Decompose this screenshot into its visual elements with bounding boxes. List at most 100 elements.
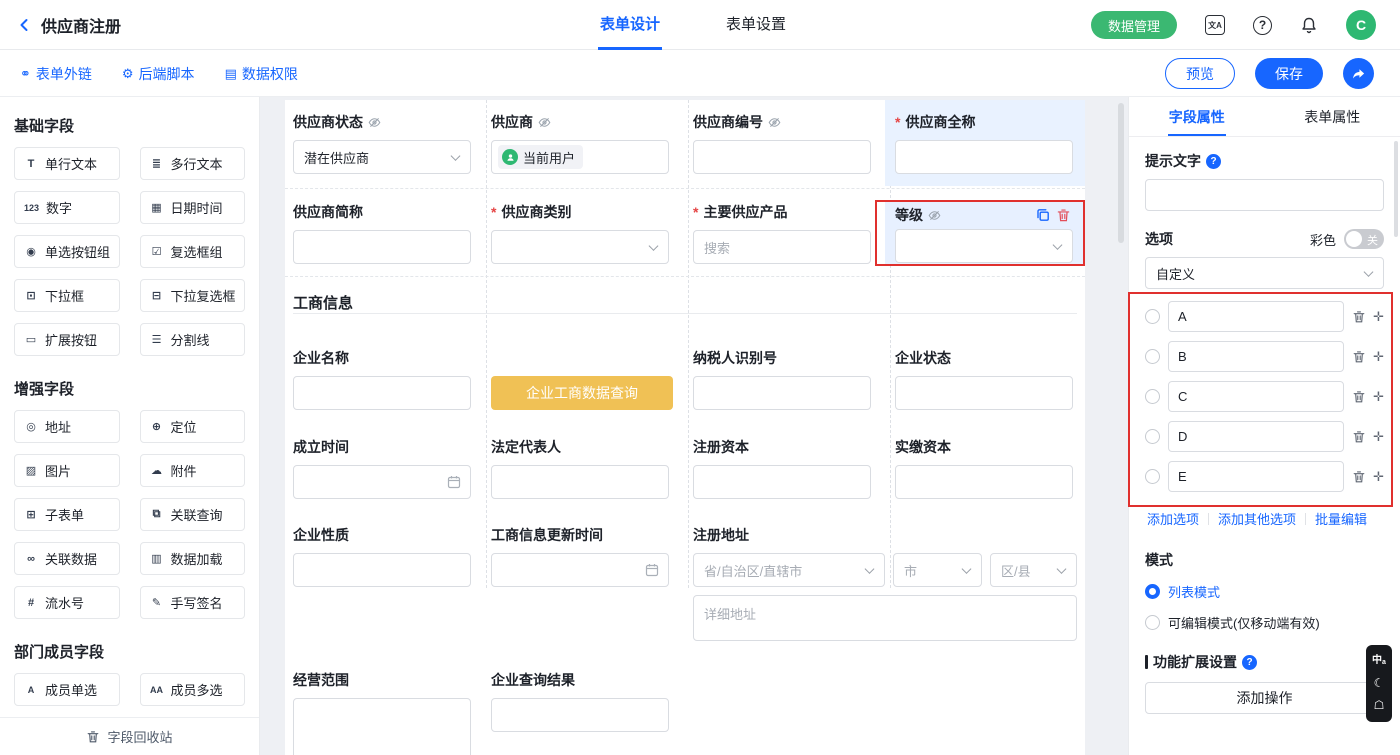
business-update-time-input[interactable] bbox=[491, 553, 669, 587]
field-registered-capital[interactable]: 注册资本 bbox=[693, 437, 871, 499]
sidebar-field-item[interactable]: ≣多行文本 bbox=[140, 147, 246, 180]
sidebar-field-item[interactable]: T单行文本 bbox=[14, 147, 120, 180]
tab-field-properties[interactable]: 字段属性 bbox=[1129, 97, 1265, 136]
supplier-short-name-input[interactable] bbox=[293, 230, 471, 264]
tax-id-input[interactable] bbox=[693, 376, 871, 410]
paid-capital-input[interactable] bbox=[895, 465, 1073, 499]
option-delete-icon[interactable] bbox=[1352, 350, 1366, 364]
add-option-link[interactable]: 添加选项 bbox=[1145, 509, 1208, 528]
company-nature-input[interactable] bbox=[293, 553, 471, 587]
field-legal-person[interactable]: 法定代表人 bbox=[491, 437, 669, 499]
mode-editable-option[interactable]: 可编辑模式(仅移动端有效) bbox=[1145, 613, 1384, 632]
sidebar-field-item[interactable]: ∞关联数据 bbox=[14, 542, 120, 575]
legal-person-input[interactable] bbox=[491, 465, 669, 499]
batch-edit-link[interactable]: 批量编辑 bbox=[1306, 509, 1376, 528]
established-date-input[interactable] bbox=[293, 465, 471, 499]
company-status-input[interactable] bbox=[895, 376, 1073, 410]
company-data-lookup-button[interactable]: 企业工商数据查询 bbox=[491, 376, 673, 410]
company-name-input[interactable] bbox=[293, 376, 471, 410]
canvas-scrollbar[interactable] bbox=[1118, 103, 1124, 243]
supplier-full-name-input[interactable] bbox=[895, 140, 1073, 174]
option-move-icon[interactable]: ✛ bbox=[1373, 350, 1384, 363]
sidebar-field-item[interactable]: ◎地址 bbox=[14, 410, 120, 443]
bell-icon[interactable] bbox=[1300, 16, 1318, 34]
option-radio[interactable] bbox=[1145, 349, 1160, 364]
sidebar-field-item[interactable]: AA成员多选 bbox=[140, 673, 246, 706]
grade-select[interactable] bbox=[895, 229, 1073, 263]
sidebar-field-item[interactable]: ⊞子表单 bbox=[14, 498, 120, 531]
sidebar-field-item[interactable]: ▦日期时间 bbox=[140, 191, 246, 224]
field-business-update-time[interactable]: 工商信息更新时间 bbox=[491, 525, 669, 587]
district-select[interactable]: 区/县 bbox=[990, 553, 1077, 587]
avatar[interactable]: C bbox=[1346, 10, 1376, 40]
address-detail-input[interactable]: 详细地址 bbox=[693, 595, 1077, 641]
sidebar-field-item[interactable]: ▭扩展按钮 bbox=[14, 323, 120, 356]
field-business-scope[interactable]: 经营范围 bbox=[293, 670, 471, 755]
save-button[interactable]: 保存 bbox=[1255, 58, 1323, 89]
field-established-date[interactable]: 成立时间 bbox=[293, 437, 471, 499]
field-supplier-category[interactable]: *供应商类别 bbox=[491, 202, 669, 264]
option-text-input[interactable] bbox=[1168, 461, 1344, 492]
copy-field-button[interactable] bbox=[1033, 205, 1053, 225]
field-company-nature[interactable]: 企业性质 bbox=[293, 525, 471, 587]
field-supplier-short-name[interactable]: 供应商简称 bbox=[293, 202, 471, 264]
sidebar-field-item[interactable]: 123数字 bbox=[14, 191, 120, 224]
option-radio[interactable] bbox=[1145, 469, 1160, 484]
language-toggle-icon[interactable]: 中a bbox=[1372, 656, 1386, 666]
field-company-status[interactable]: 企业状态 bbox=[895, 348, 1073, 410]
field-main-products[interactable]: *主要供应产品 搜索 bbox=[693, 202, 871, 264]
sidebar-field-item[interactable]: ⊕定位 bbox=[140, 410, 246, 443]
province-select[interactable]: 省/自治区/直辖市 bbox=[693, 553, 885, 587]
sidebar-field-item[interactable]: ⧉关联查询 bbox=[140, 498, 246, 531]
sidebar-field-item[interactable]: A成员单选 bbox=[14, 673, 120, 706]
panel-scrollbar[interactable] bbox=[1394, 141, 1398, 237]
option-text-input[interactable] bbox=[1168, 341, 1344, 372]
option-text-input[interactable] bbox=[1168, 381, 1344, 412]
hint-text-input[interactable] bbox=[1145, 179, 1384, 211]
main-products-input[interactable]: 搜索 bbox=[693, 230, 871, 264]
city-select[interactable]: 市 bbox=[893, 553, 982, 587]
mode-list-option[interactable]: 列表模式 bbox=[1145, 582, 1384, 601]
field-supplier-status[interactable]: 供应商状态 潜在供应商 bbox=[293, 112, 471, 174]
sidebar-field-item[interactable]: ☰分割线 bbox=[140, 323, 246, 356]
data-manage-button[interactable]: 数据管理 bbox=[1091, 11, 1177, 39]
option-delete-icon[interactable] bbox=[1352, 470, 1366, 484]
option-delete-icon[interactable] bbox=[1352, 430, 1366, 444]
option-delete-icon[interactable] bbox=[1352, 310, 1366, 324]
field-grade-selected[interactable]: 等级 bbox=[885, 201, 1085, 264]
field-supplier[interactable]: 供应商 当前用户 bbox=[491, 112, 669, 174]
sidebar-field-item[interactable]: ⊟下拉复选框 bbox=[140, 279, 246, 312]
sidebar-field-item[interactable]: #流水号 bbox=[14, 586, 120, 619]
option-move-icon[interactable]: ✛ bbox=[1373, 390, 1384, 403]
sidebar-field-item[interactable]: ⊡下拉框 bbox=[14, 279, 120, 312]
option-move-icon[interactable]: ✛ bbox=[1373, 430, 1384, 443]
option-text-input[interactable] bbox=[1168, 301, 1344, 332]
sidebar-field-item[interactable]: ✎手写签名 bbox=[140, 586, 246, 619]
back-button[interactable] bbox=[16, 17, 32, 33]
add-other-option-link[interactable]: 添加其他选项 bbox=[1209, 509, 1305, 528]
help-icon[interactable]: ? bbox=[1253, 16, 1272, 35]
option-radio[interactable] bbox=[1145, 429, 1160, 444]
backend-script-link[interactable]: ⚙后端脚本 bbox=[122, 64, 195, 84]
field-query-result[interactable]: 企业查询结果 bbox=[491, 670, 669, 732]
theme-icon[interactable]: ☖ bbox=[1374, 699, 1385, 711]
data-permission-link[interactable]: ▤数据权限 bbox=[225, 64, 298, 84]
dark-mode-icon[interactable]: ☾ bbox=[1374, 677, 1385, 689]
form-external-link[interactable]: ⚭表单外链 bbox=[20, 64, 92, 84]
business-scope-textarea[interactable] bbox=[293, 698, 471, 755]
field-supplier-code[interactable]: 供应商编号 bbox=[693, 112, 871, 174]
share-button[interactable] bbox=[1343, 58, 1374, 89]
field-tax-id[interactable]: 纳税人识别号 bbox=[693, 348, 871, 410]
option-text-input[interactable] bbox=[1168, 421, 1344, 452]
option-delete-icon[interactable] bbox=[1352, 390, 1366, 404]
field-registered-address[interactable]: 注册地址 省/自治区/直辖市 市 区/县 详细地址 bbox=[693, 525, 1077, 645]
field-paid-capital[interactable]: 实缴资本 bbox=[895, 437, 1073, 499]
tab-form-settings[interactable]: 表单设置 bbox=[724, 0, 788, 50]
field-company-name[interactable]: 企业名称 bbox=[293, 348, 471, 410]
registered-capital-input[interactable] bbox=[693, 465, 871, 499]
field-supplier-full-name[interactable]: *供应商全称 bbox=[895, 112, 1073, 174]
option-source-select[interactable]: 自定义 bbox=[1145, 257, 1384, 289]
option-radio[interactable] bbox=[1145, 309, 1160, 324]
sidebar-field-item[interactable]: ☑复选框组 bbox=[140, 235, 246, 268]
supplier-input[interactable]: 当前用户 bbox=[491, 140, 669, 174]
